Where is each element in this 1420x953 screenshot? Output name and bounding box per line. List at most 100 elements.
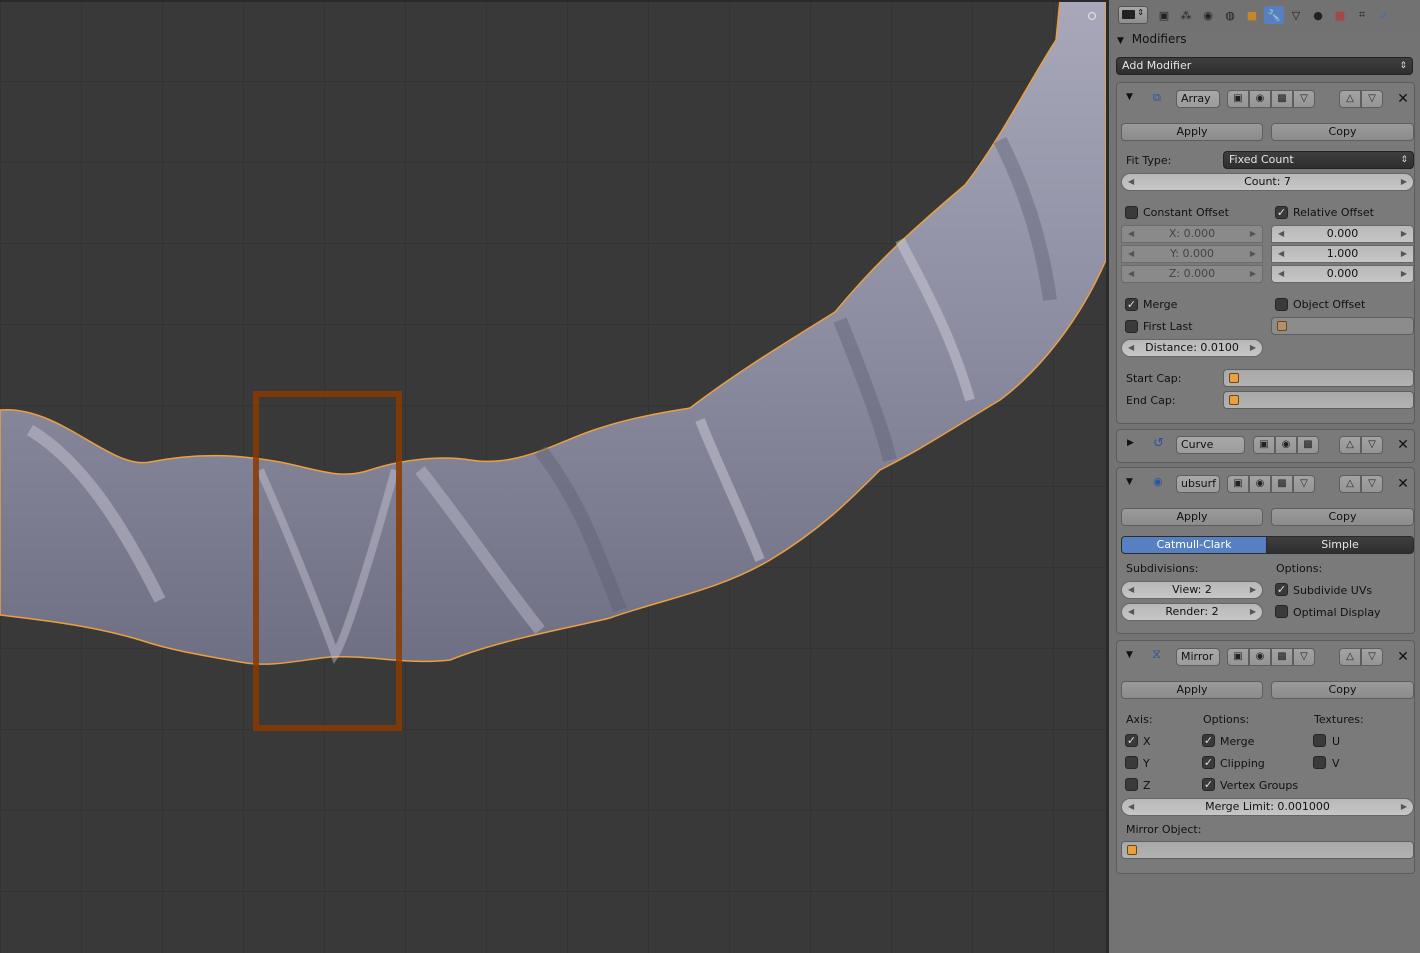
3d-viewport[interactable] (0, 0, 1106, 953)
render-levels-field[interactable]: ◀ Render: 2 ▶ (1121, 603, 1263, 621)
curve-name-field[interactable]: Curve (1176, 436, 1245, 454)
vertex-groups-checkbox[interactable]: ✓ (1202, 778, 1215, 791)
relative-offset-y-field[interactable]: ◀ 1.000 ▶ (1271, 245, 1414, 263)
merge-limit-field[interactable]: ◀ Merge Limit: 0.001000 ▶ (1121, 798, 1414, 816)
tab-scene[interactable]: ◉ (1198, 6, 1218, 24)
editmode-toggle-icon[interactable]: ▩ (1271, 648, 1293, 666)
cage-toggle-icon[interactable]: ▽ (1293, 475, 1315, 493)
axis-x-label: X (1143, 735, 1151, 748)
start-cap-field[interactable] (1223, 369, 1414, 387)
relative-offset-checkbox[interactable]: ✓ (1275, 206, 1288, 219)
subsurf-apply-button[interactable]: Apply (1121, 508, 1263, 526)
expand-triangle-icon[interactable]: ▶ (1127, 438, 1134, 448)
mirror-copy-button[interactable]: Copy (1271, 681, 1414, 699)
array-apply-button[interactable]: Apply (1121, 123, 1263, 141)
axis-x-checkbox[interactable]: ✓ (1125, 734, 1138, 747)
constant-offset-x-field[interactable]: ◀ X: 0.000 ▶ (1121, 225, 1263, 243)
axis-y-checkbox[interactable] (1125, 756, 1138, 769)
decrement-arrow-icon[interactable]: ◀ (1128, 174, 1134, 190)
add-modifier-dropdown[interactable]: Add Modifier ⇕ (1116, 57, 1413, 75)
merge-checkbox[interactable]: ✓ (1125, 298, 1138, 311)
object-cube-icon (1229, 373, 1239, 383)
render-toggle-camera-icon[interactable]: ▣ (1227, 475, 1249, 493)
distance-field[interactable]: ◀ Distance: 0.0100 ▶ (1121, 339, 1263, 357)
subsurf-name-field[interactable]: ubsurf (1176, 475, 1220, 493)
tab-object[interactable]: ■ (1242, 6, 1262, 24)
relative-offset-x-field[interactable]: ◀ 0.000 ▶ (1271, 225, 1414, 243)
optimal-display-checkbox[interactable] (1275, 605, 1288, 618)
move-up-icon[interactable]: △ (1339, 90, 1361, 108)
axis-y-label: Y (1143, 757, 1150, 770)
constant-offset-checkbox[interactable] (1125, 206, 1138, 219)
viewport-toggle-eye-icon[interactable]: ◉ (1249, 648, 1271, 666)
modifiers-section-header[interactable]: ▼ Modifiers (1117, 32, 1187, 46)
move-down-icon[interactable]: ▽ (1361, 648, 1383, 666)
expand-triangle-icon[interactable]: ▼ (1126, 477, 1133, 487)
texture-u-checkbox[interactable] (1313, 734, 1326, 747)
editmode-toggle-icon[interactable]: ▩ (1297, 436, 1319, 454)
render-toggle-camera-icon[interactable]: ▣ (1253, 436, 1275, 454)
move-up-icon[interactable]: △ (1339, 475, 1361, 493)
array-copy-button[interactable]: Copy (1271, 123, 1414, 141)
end-cap-field[interactable] (1223, 391, 1414, 409)
first-last-checkbox[interactable] (1125, 320, 1138, 333)
tab-render[interactable]: ▣ (1154, 6, 1174, 24)
subsurf-modifier-panel: ▼ ◉ ubsurf ▣ ◉ ▩ ▽ △ ▽ ✕ Apply Copy Catm… (1116, 467, 1415, 634)
tab-texture[interactable]: ▦ (1330, 6, 1350, 24)
axis-z-checkbox[interactable] (1125, 778, 1138, 791)
array-name-field[interactable]: Array (1176, 90, 1220, 108)
fit-type-dropdown[interactable]: Fixed Count ⇕ (1223, 151, 1414, 169)
tab-modifiers[interactable]: 🔧 (1264, 6, 1284, 24)
tab-material[interactable]: ● (1308, 6, 1328, 24)
constant-offset-z-field[interactable]: ◀ Z: 0.000 ▶ (1121, 265, 1263, 283)
expand-triangle-icon[interactable]: ▼ (1126, 650, 1133, 660)
view-levels-field[interactable]: ◀ View: 2 ▶ (1121, 581, 1263, 599)
tab-physics[interactable]: ✓ (1374, 6, 1394, 24)
remove-modifier-close-icon[interactable]: ✕ (1396, 436, 1410, 454)
subsurf-copy-button[interactable]: Copy (1271, 508, 1414, 526)
subdivide-uvs-checkbox[interactable]: ✓ (1275, 583, 1288, 596)
simple-toggle[interactable]: Simple (1266, 536, 1414, 554)
relative-offset-z-field[interactable]: ◀ 0.000 ▶ (1271, 265, 1414, 283)
render-toggle-camera-icon[interactable]: ▣ (1227, 90, 1249, 108)
mirror-object-field[interactable] (1121, 841, 1414, 859)
mirror-merge-checkbox[interactable]: ✓ (1202, 734, 1215, 747)
move-down-icon[interactable]: ▽ (1361, 475, 1383, 493)
catmull-clark-toggle[interactable]: Catmull-Clark (1121, 536, 1267, 554)
move-up-icon[interactable]: △ (1339, 648, 1361, 666)
constant-z-value: Z: 0.000 (1168, 267, 1216, 280)
move-down-icon[interactable]: ▽ (1361, 90, 1383, 108)
render-toggle-camera-icon[interactable]: ▣ (1227, 648, 1249, 666)
mirror-apply-button[interactable]: Apply (1121, 681, 1263, 699)
optimal-display-label: Optimal Display (1293, 606, 1381, 619)
tab-data[interactable]: ▽ (1286, 6, 1306, 24)
cage-toggle-icon[interactable]: ▽ (1293, 90, 1315, 108)
clipping-checkbox[interactable]: ✓ (1202, 756, 1215, 769)
viewport-toggle-eye-icon[interactable]: ◉ (1249, 475, 1271, 493)
tab-render-layers[interactable]: ⁂ (1176, 6, 1196, 24)
collapse-triangle-icon: ▼ (1117, 36, 1124, 46)
mirror-name-field[interactable]: Mirror (1176, 648, 1220, 666)
move-down-icon[interactable]: ▽ (1361, 436, 1383, 454)
move-up-icon[interactable]: △ (1339, 436, 1361, 454)
offset-object-field[interactable] (1271, 317, 1414, 335)
expand-triangle-icon[interactable]: ▼ (1126, 92, 1133, 102)
editmode-toggle-icon[interactable]: ▩ (1271, 90, 1293, 108)
tab-particles[interactable]: ⌗ (1352, 6, 1372, 24)
constant-offset-y-field[interactable]: ◀ Y: 0.000 ▶ (1121, 245, 1263, 263)
remove-modifier-close-icon[interactable]: ✕ (1396, 90, 1410, 108)
increment-arrow-icon[interactable]: ▶ (1401, 174, 1407, 190)
editor-type-menu[interactable]: ⇕ (1118, 6, 1148, 24)
viewport-toggle-eye-icon[interactable]: ◉ (1249, 90, 1271, 108)
viewport-toggle-eye-icon[interactable]: ◉ (1275, 436, 1297, 454)
remove-modifier-close-icon[interactable]: ✕ (1396, 475, 1410, 493)
texture-v-checkbox[interactable] (1313, 756, 1326, 769)
tab-world[interactable]: ◍ (1220, 6, 1240, 24)
constant-y-value: Y: 0.000 (1170, 247, 1214, 260)
count-field[interactable]: ◀ Count: 7 ▶ (1121, 173, 1414, 191)
constant-offset-label: Constant Offset (1143, 206, 1229, 219)
cage-toggle-icon[interactable]: ▽ (1293, 648, 1315, 666)
editmode-toggle-icon[interactable]: ▩ (1271, 475, 1293, 493)
remove-modifier-close-icon[interactable]: ✕ (1396, 648, 1410, 666)
object-offset-checkbox[interactable] (1275, 298, 1288, 311)
